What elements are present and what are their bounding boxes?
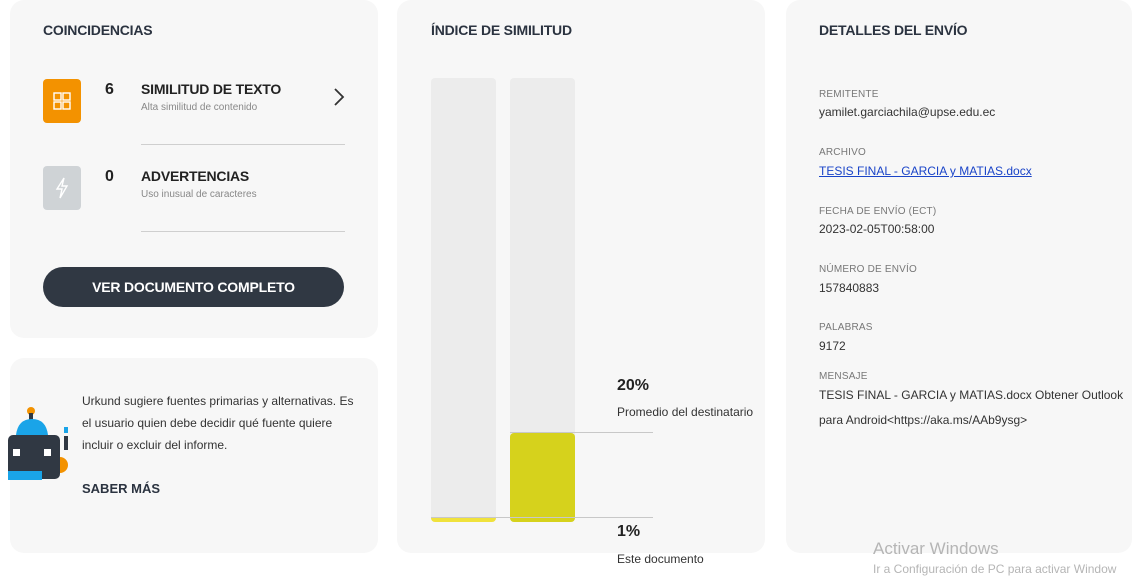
- archivo-link[interactable]: TESIS FINAL - GARCIA y MATIAS.docx: [819, 164, 1032, 178]
- lightning-icon: [43, 166, 81, 210]
- grid-icon: [43, 79, 81, 123]
- numero-label: NÚMERO DE ENVÍO: [819, 264, 918, 275]
- document-bar-fill: [431, 517, 496, 522]
- average-percentage: 20%: [617, 377, 650, 394]
- mensaje-label: MENSAJE: [819, 371, 868, 382]
- remitente-value: yamilet.garciachila@upse.edu.ec: [819, 105, 996, 119]
- info-text: Urkund sugiere fuentes primarias y alter…: [82, 394, 354, 452]
- document-reference-line: [431, 516, 653, 518]
- ver-documento-button[interactable]: VER DOCUMENTO COMPLETO: [43, 267, 344, 307]
- windows-watermark-title: Activar Windows: [873, 539, 999, 558]
- match-count: 6: [105, 81, 114, 98]
- saber-mas-link[interactable]: SABER MÁS: [82, 481, 160, 496]
- match-subtitle: Uso inusual de caracteres: [141, 189, 257, 200]
- coincidencias-heading: COINCIDENCIAS: [43, 22, 153, 38]
- windows-watermark-subtitle: Ir a Configuración de PC para activar Wi…: [873, 562, 1117, 576]
- chevron-right-icon[interactable]: [333, 87, 345, 112]
- match-count: 0: [105, 168, 114, 185]
- match-row-similitud[interactable]: 6 SIMILITUD DE TEXTO Alta similitud de c…: [43, 79, 345, 145]
- mensaje-value-line2: para Android<https://aka.ms/AAb9ysg>: [819, 413, 1028, 427]
- match-row-advertencias[interactable]: 0 ADVERTENCIAS Uso inusual de caracteres: [43, 166, 345, 232]
- archivo-label: ARCHIVO: [819, 147, 866, 158]
- detalles-card: [786, 0, 1132, 553]
- document-percentage: 1%: [617, 523, 641, 540]
- detalles-heading: DETALLES DEL ENVÍO: [819, 22, 968, 38]
- average-reference-line: [510, 432, 653, 434]
- palabras-label: PALABRAS: [819, 322, 873, 333]
- match-title: SIMILITUD DE TEXTO: [141, 81, 282, 97]
- average-bar-fill: [510, 433, 575, 522]
- divider: [141, 231, 345, 232]
- average-label: Promedio del destinatario: [617, 405, 754, 419]
- mensaje-value-line1: TESIS FINAL - GARCIA y MATIAS.docx Obten…: [819, 388, 1124, 402]
- indice-heading: ÍNDICE DE SIMILITUD: [431, 22, 572, 38]
- robot-illustration: [8, 405, 70, 495]
- numero-value: 157840883: [819, 281, 880, 295]
- divider: [141, 144, 345, 145]
- remitente-label: REMITENTE: [819, 89, 879, 100]
- match-title: ADVERTENCIAS: [141, 168, 250, 184]
- document-label: Este documento: [617, 552, 704, 566]
- fecha-value: 2023-02-05T00:58:00: [819, 222, 935, 236]
- palabras-value: 9172: [819, 339, 846, 353]
- match-subtitle: Alta similitud de contenido: [141, 102, 258, 113]
- fecha-label: FECHA DE ENVÍO (ECT): [819, 206, 937, 217]
- document-bar-track: [431, 78, 496, 522]
